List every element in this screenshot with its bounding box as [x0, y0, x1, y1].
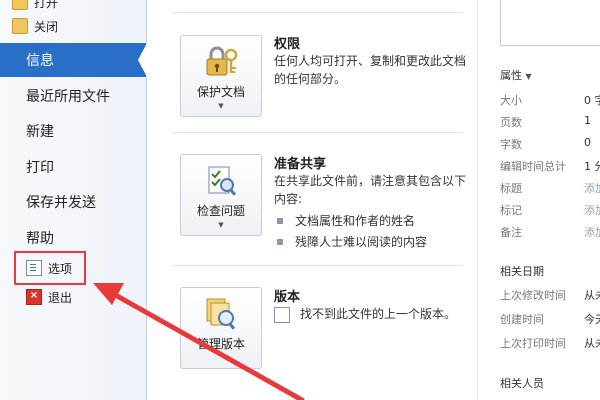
bullet-text: 文档属性和作者的姓名 [295, 214, 416, 228]
menu-item-new-label: 新建 [26, 124, 54, 140]
bullet-icon [277, 217, 283, 224]
menu-item-help[interactable]: 帮助 [0, 221, 146, 255]
divider [172, 132, 462, 133]
property-label: 标记 [500, 204, 522, 217]
properties-header[interactable]: 属性 ▼ [500, 67, 532, 83]
date-label: 创建时间 [500, 313, 544, 326]
check-for-issues-label: 检查问题 [196, 204, 245, 218]
menu-item-print[interactable]: 打印 [0, 150, 146, 184]
close-menu-item[interactable]: 关闭 [12, 17, 58, 35]
date-label: 上次修改时间 [500, 289, 566, 302]
annotation-highlight-box [14, 251, 86, 285]
prepare-sharing-title: 准备共享 [274, 157, 327, 172]
divider [172, 12, 462, 13]
related-dates-header: 相关日期 [500, 265, 544, 278]
exit-icon: × [26, 289, 42, 305]
list-item: 残障人士难以阅读的内容 [277, 233, 427, 250]
menu-item-help-label: 帮助 [26, 231, 54, 247]
properties-pane: 属性 ▼ 大小 0 字 页数 1 字数 0 编辑时间总计 1 分 标题 添加 标… [477, 0, 600, 400]
dropdown-arrow-icon: ▼ [218, 221, 224, 229]
divider [172, 265, 462, 266]
property-value-field[interactable]: 添加 [584, 202, 600, 218]
property-value: 0 字 [584, 94, 600, 107]
open-menu-item[interactable]: 打开 [12, 0, 58, 11]
inspect-document-icon [208, 166, 237, 196]
menu-item-info[interactable]: 信息 [0, 43, 147, 77]
folder-open-icon [12, 0, 28, 10]
manage-versions-label: 管理版本 [196, 337, 245, 351]
manage-versions-icon [206, 298, 236, 330]
permissions-description: 任何人均可打开、复制和更改此文档的任何部分。 [274, 54, 467, 86]
property-label: 大小 [500, 94, 522, 107]
list-item: 文档属性和作者的姓名 [277, 212, 415, 229]
dropdown-arrow-icon: ▼ [218, 102, 224, 110]
property-value-field[interactable]: 添加 [584, 180, 600, 196]
property-value: 1 分 [584, 160, 600, 173]
info-panel: 保护文档 ▼ 权限 任何人均可打开、复制和更改此文档的任何部分。 检查问题 ▼ … [147, 0, 477, 400]
bullet-text: 残障人士难以阅读的内容 [295, 235, 428, 249]
property-value-field[interactable]: 添加 [584, 224, 600, 240]
exit-menu-item[interactable]: × 退出 [26, 288, 72, 306]
menu-item-info-label: 信息 [26, 53, 54, 69]
related-people-header: 相关人员 [500, 377, 544, 390]
folder-close-icon [12, 18, 28, 34]
date-value: 从未 [584, 289, 600, 302]
versions-title: 版本 [274, 290, 301, 305]
property-value: 1 [584, 114, 591, 127]
date-value: 今天 [584, 313, 600, 326]
property-label: 页数 [500, 116, 522, 129]
property-label: 字数 [500, 138, 522, 151]
properties-header-label: 属性 [500, 69, 522, 82]
active-indicator [138, 43, 147, 77]
document-thumbnail [500, 0, 600, 46]
open-label: 打开 [34, 0, 59, 10]
menu-item-save-send-label: 保存并发送 [26, 195, 96, 211]
property-value: 0 [584, 136, 591, 149]
exit-label: 退出 [48, 290, 73, 305]
protect-document-label: 保护文档 [196, 85, 245, 99]
menu-item-save-send[interactable]: 保存并发送 [0, 185, 146, 219]
property-label: 编辑时间总计 [500, 160, 566, 173]
check-for-issues-button[interactable]: 检查问题 ▼ [180, 154, 262, 236]
menu-item-recent-label: 最近所用文件 [26, 89, 110, 105]
protect-document-button[interactable]: 保护文档 ▼ [180, 35, 262, 117]
manage-versions-button[interactable]: 管理版本 [180, 287, 262, 369]
backstage-sidebar: 打开 关闭 信息 最近所用文件 新建 打印 保存并发送 帮助 选项 × 退出 [0, 0, 147, 400]
date-label: 上次打印时间 [500, 337, 566, 350]
chevron-down-icon: ▼ [525, 72, 532, 81]
menu-item-print-label: 打印 [26, 160, 54, 176]
property-label: 备注 [500, 226, 522, 239]
menu-item-new[interactable]: 新建 [0, 114, 146, 148]
versions-description: 找不到此文件的上一个版本。 [300, 307, 457, 321]
date-value: 从未 [584, 337, 600, 350]
close-label: 关闭 [34, 19, 59, 34]
lock-key-icon [206, 46, 238, 76]
prepare-sharing-description: 在共享此文件前，请注意其包含以下内容: [274, 174, 467, 206]
versions-message: 找不到此文件的上一个版本。 [274, 305, 464, 323]
bullet-icon [277, 238, 283, 245]
document-icon [274, 307, 290, 323]
permissions-title: 权限 [274, 37, 301, 52]
property-label: 标题 [500, 182, 522, 195]
menu-item-recent[interactable]: 最近所用文件 [0, 79, 146, 113]
